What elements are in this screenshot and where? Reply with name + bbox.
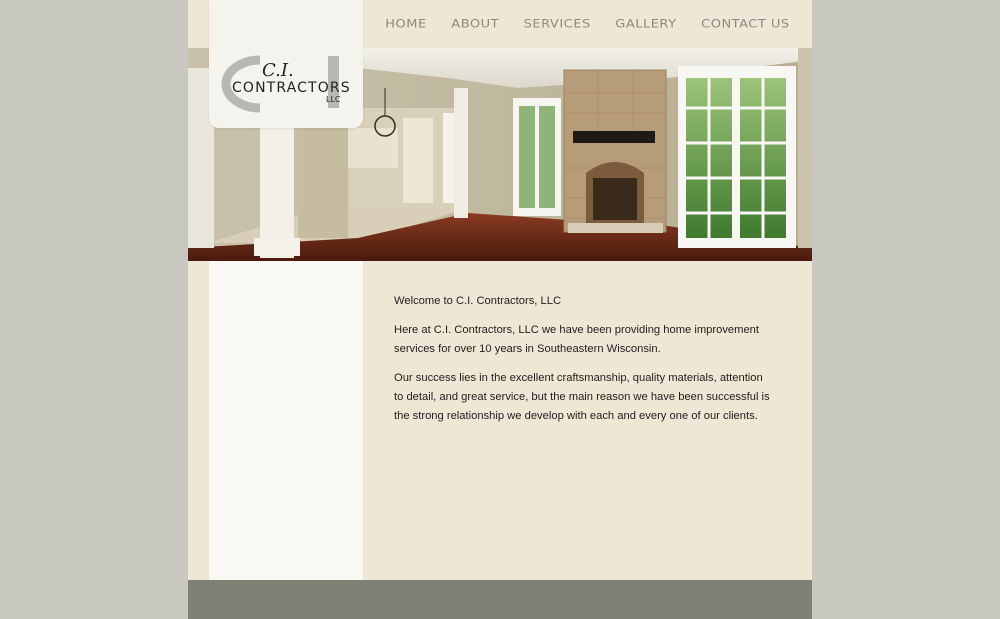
logo-line3: LLC bbox=[326, 95, 341, 104]
company-logo[interactable]: C.I. CONTRACTORS LLC bbox=[214, 52, 354, 116]
nav-gallery-link[interactable]: GALLERY bbox=[615, 17, 676, 31]
success-paragraph: Our success lies in the excellent crafts… bbox=[394, 372, 770, 422]
footer-bar bbox=[188, 580, 812, 619]
nav-home-link[interactable]: HOME bbox=[385, 17, 426, 31]
main-nav: HOME ABOUT SERVICES GALLERY CONTACT US bbox=[363, 0, 812, 48]
main-content: Welcome to C.I. Contractors, LLC Here at… bbox=[394, 292, 774, 436]
welcome-heading: Welcome to C.I. Contractors, LLC bbox=[394, 295, 562, 307]
nav-contact-link[interactable]: CONTACT US bbox=[701, 17, 790, 31]
intro-paragraph: Here at C.I. Contractors, LLC we have be… bbox=[394, 324, 760, 355]
site-container: HOME ABOUT SERVICES GALLERY CONTACT US C… bbox=[188, 0, 812, 619]
nav-services-link[interactable]: SERVICES bbox=[524, 17, 591, 31]
logo-line2: CONTRACTORS bbox=[232, 80, 350, 96]
logo-panel: C.I. CONTRACTORS LLC bbox=[209, 0, 363, 128]
nav-about-link[interactable]: ABOUT bbox=[451, 17, 499, 31]
logo-line1: C.I. bbox=[262, 60, 294, 81]
